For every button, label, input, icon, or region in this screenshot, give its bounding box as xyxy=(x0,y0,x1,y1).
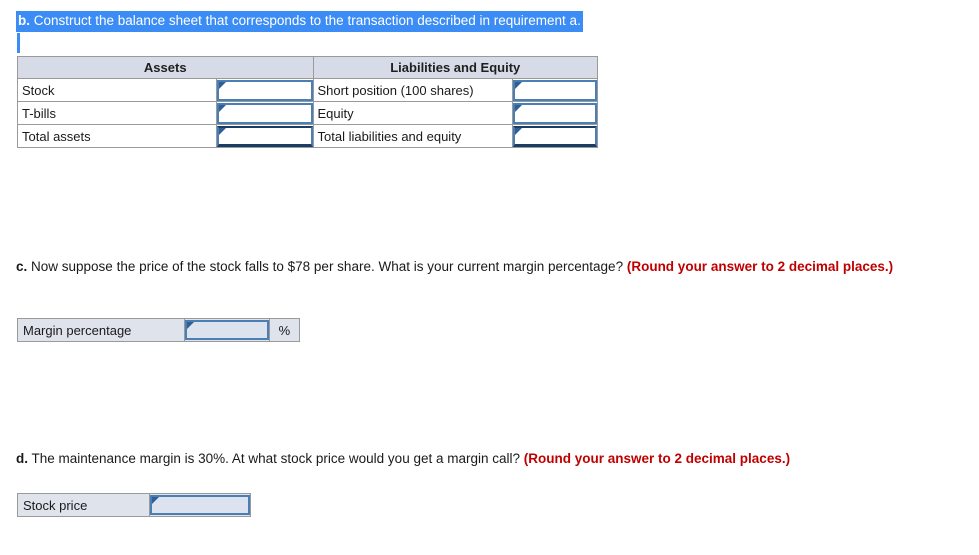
tbills-value-input[interactable] xyxy=(217,102,313,124)
question-c-block: c. Now suppose the price of the stock fa… xyxy=(16,257,921,276)
input-cell-equity[interactable] xyxy=(511,101,599,125)
question-d-body: The maintenance margin is 30%. At what s… xyxy=(28,451,524,466)
input-cell-total-liabilities-equity[interactable] xyxy=(511,124,599,148)
input-cell-stock-price[interactable] xyxy=(148,493,252,517)
total-assets-value-input[interactable] xyxy=(217,125,313,147)
margin-percentage-label: Margin percentage xyxy=(17,318,185,342)
stock-value-input[interactable] xyxy=(217,79,313,101)
row-label-stock: Stock xyxy=(16,78,218,102)
equity-value-input[interactable] xyxy=(512,102,597,124)
row-label-tbills: T-bills xyxy=(16,101,218,125)
input-cell-short-position[interactable] xyxy=(511,78,599,102)
row-label-total-assets: Total assets xyxy=(16,124,218,148)
table-row: T-bills Equity xyxy=(16,101,599,125)
short-position-value-input[interactable] xyxy=(512,79,597,101)
margin-percentage-table: Margin percentage % xyxy=(17,318,301,342)
table-row: Stock price xyxy=(17,493,252,517)
balance-sheet-header-row: Assets Liabilities and Equity xyxy=(17,56,598,79)
question-c-label: c. xyxy=(16,259,28,274)
row-label-equity: Equity xyxy=(312,101,513,125)
question-d-label: d. xyxy=(16,451,28,466)
table-row: Margin percentage % xyxy=(17,318,301,342)
question-d-block: d. The maintenance margin is 30%. At wha… xyxy=(16,449,926,468)
assets-header: Assets xyxy=(17,56,314,79)
input-cell-tbills[interactable] xyxy=(216,101,314,125)
table-row: Total assets Total liabilities and equit… xyxy=(16,124,599,148)
row-label-total-liabilities-equity: Total liabilities and equity xyxy=(312,124,513,148)
balance-sheet-table: Assets Liabilities and Equity Stock Shor… xyxy=(16,56,599,148)
margin-percentage-unit: % xyxy=(268,318,301,342)
stock-price-table: Stock price xyxy=(17,493,252,517)
row-label-short-position: Short position (100 shares) xyxy=(312,78,513,102)
question-b-body: Construct the balance sheet that corresp… xyxy=(30,13,581,28)
question-c-body: Now suppose the price of the stock falls… xyxy=(27,259,627,274)
stock-price-input[interactable] xyxy=(149,495,250,515)
margin-percentage-input[interactable] xyxy=(184,320,269,340)
question-b-label: b. xyxy=(18,13,30,28)
input-cell-margin-percentage[interactable] xyxy=(183,318,270,342)
question-d-note: (Round your answer to 2 decimal places.) xyxy=(523,451,791,466)
input-cell-total-assets[interactable] xyxy=(216,124,314,148)
question-b-text[interactable]: b. Construct the balance sheet that corr… xyxy=(16,11,583,32)
input-cell-stock[interactable] xyxy=(216,78,314,102)
total-liabilities-equity-value-input[interactable] xyxy=(512,125,597,147)
stock-price-label: Stock price xyxy=(17,493,150,517)
question-b-block: b. Construct the balance sheet that corr… xyxy=(16,11,716,53)
text-caret xyxy=(17,33,20,53)
table-row: Stock Short position (100 shares) xyxy=(16,78,599,102)
question-c-note: (Round your answer to 2 decimal places.) xyxy=(626,259,894,274)
liabilities-equity-header: Liabilities and Equity xyxy=(312,56,598,79)
